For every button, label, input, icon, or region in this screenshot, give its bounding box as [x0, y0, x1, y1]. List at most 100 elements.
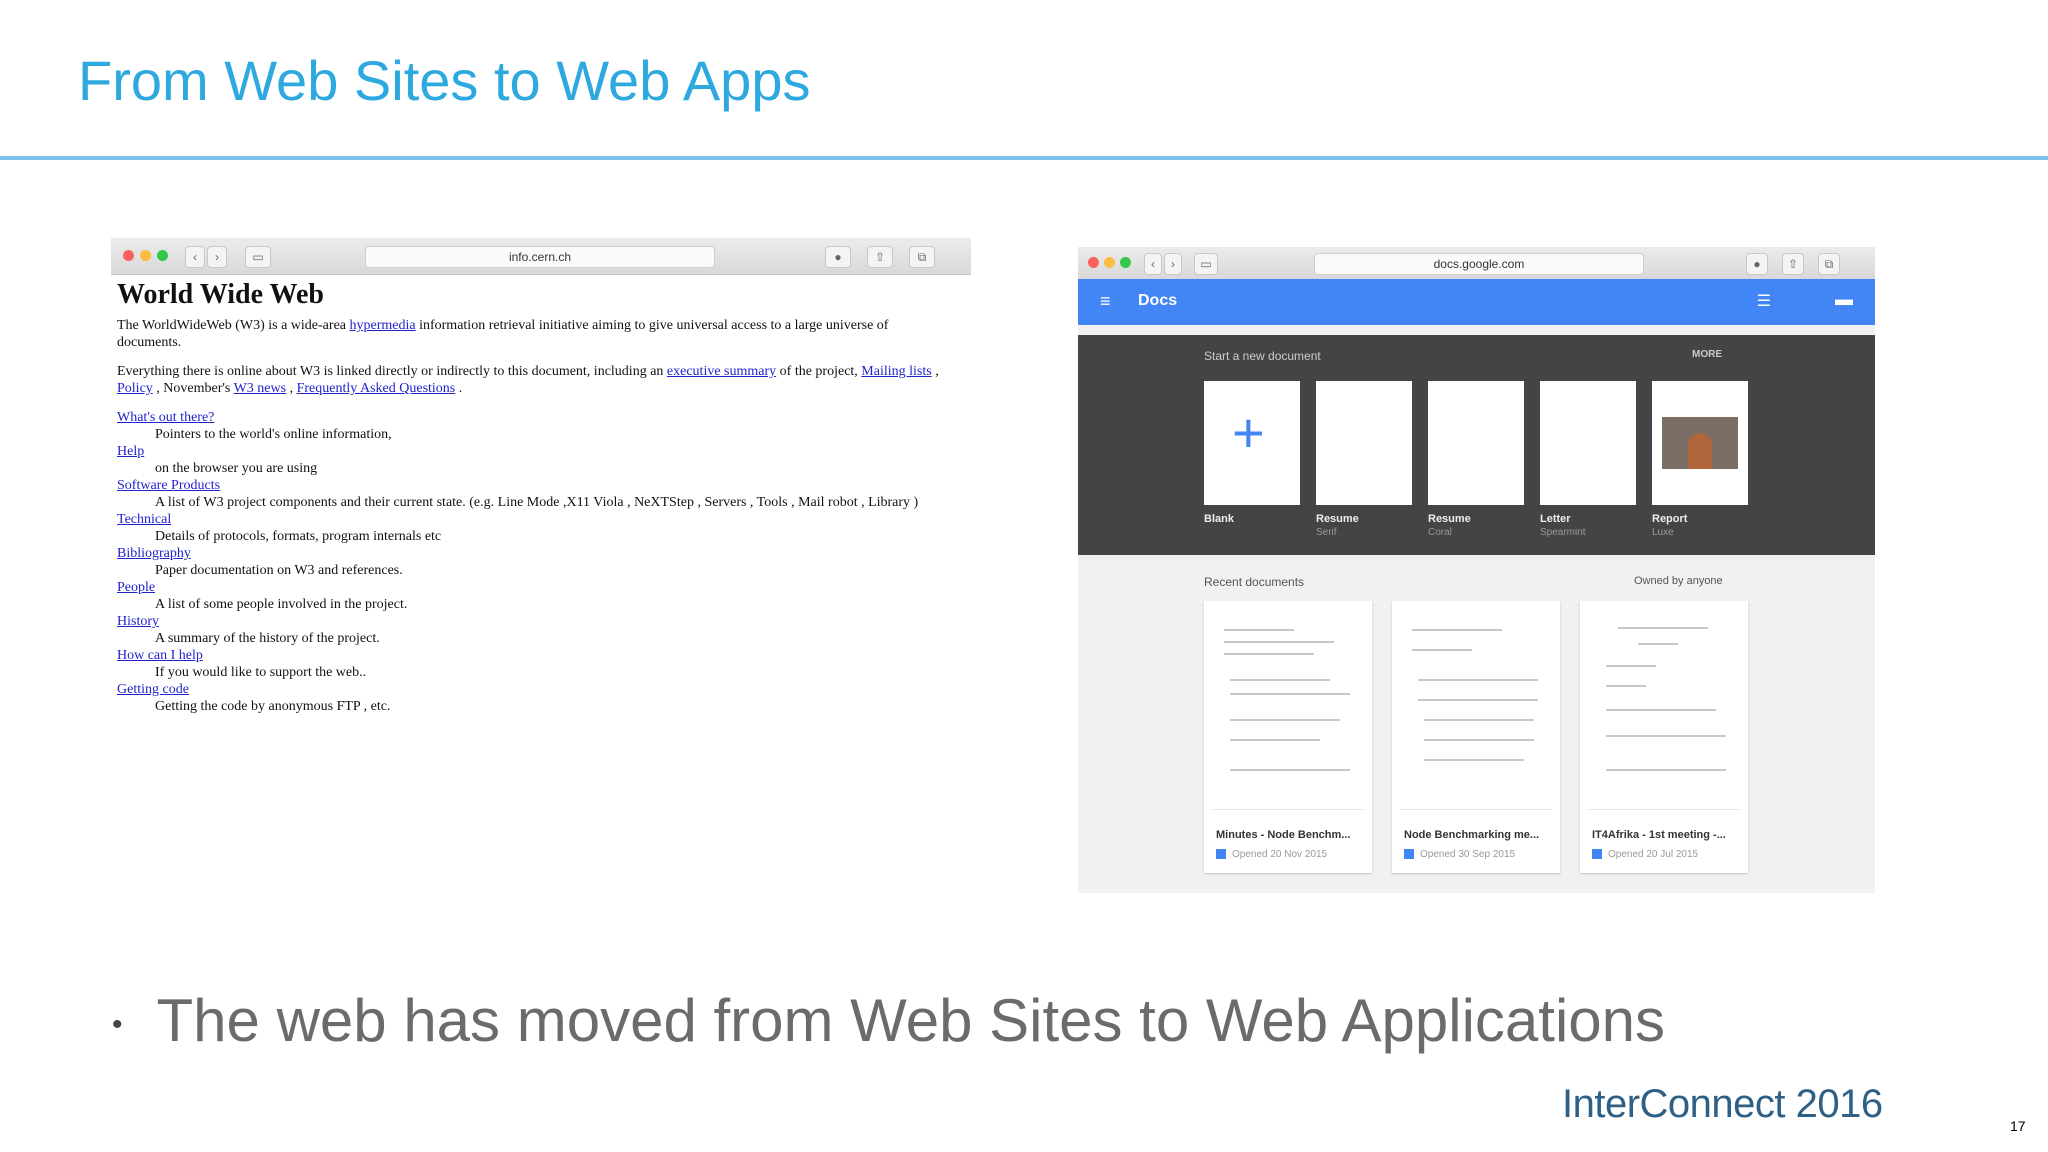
forward-icon[interactable]: › — [1164, 253, 1182, 275]
back-icon[interactable]: ‹ — [1144, 253, 1162, 275]
back-icon[interactable]: ‹ — [185, 246, 205, 268]
document-thumbnail — [1588, 609, 1740, 810]
recent-documents-label: Recent documents — [1204, 575, 1305, 589]
bullet-point: • The web has moved from Web Sites to Web… — [112, 986, 1665, 1055]
topic-link[interactable]: Bibliography — [117, 546, 191, 561]
text-line — [1638, 643, 1678, 645]
zoom-dot-icon[interactable] — [1120, 257, 1131, 268]
document-name: Minutes - Node Benchm... — [1216, 829, 1351, 841]
browser-toolbar: ‹ › ▭ docs.google.com ● ⇧ ⧉ — [1078, 247, 1875, 280]
download-icon[interactable]: ● — [825, 246, 851, 268]
topic-link[interactable]: People — [117, 580, 155, 595]
intro-text: The WorldWideWeb (W3) is a wide-area — [117, 318, 346, 333]
document-opened: Opened 20 Jul 2015 — [1608, 849, 1699, 860]
text-line — [1606, 709, 1716, 711]
template-letter[interactable] — [1540, 381, 1636, 505]
recent-document-card[interactable]: IT4Afrika - 1st meeting -... Opened 20 J… — [1580, 601, 1748, 873]
bullet-icon: • — [112, 1008, 123, 1042]
topic-link[interactable]: How can I help — [117, 648, 203, 663]
event-brand: InterConnect 2016 — [1562, 1082, 1883, 1126]
template-name: Resume — [1316, 513, 1359, 525]
topic-desc: Pointers to the world's online informati… — [155, 427, 392, 442]
topic-desc: Paper documentation on W3 and references… — [155, 563, 403, 578]
browser-toolbar: ‹ › ▭ info.cern.ch ● ⇧ ⧉ — [111, 238, 971, 275]
topic-link[interactable]: Getting code — [117, 682, 189, 697]
browser-window-docs: ‹ › ▭ docs.google.com ● ⇧ ⧉ ≡ Docs ☰ ▬ S… — [1078, 247, 1875, 893]
mailing-lists-link[interactable]: Mailing lists — [861, 364, 931, 379]
template-resume-serif[interactable] — [1316, 381, 1412, 505]
document-meta-row: Opened 20 Jul 2015 — [1592, 849, 1698, 860]
folder-icon[interactable]: ▬ — [1835, 289, 1853, 310]
docs-file-icon — [1216, 849, 1226, 860]
topic-desc: A list of some people involved in the pr… — [155, 597, 408, 612]
text-line — [1224, 641, 1334, 643]
browser-window-cern: ‹ › ▭ info.cern.ch ● ⇧ ⧉ World Wide Web … — [111, 238, 971, 758]
owner-filter-dropdown[interactable]: Owned by anyone — [1634, 575, 1723, 587]
text-line — [1618, 627, 1708, 629]
faq-link[interactable]: Frequently Asked Questions — [297, 381, 456, 396]
document-opened: Opened 20 Nov 2015 — [1232, 849, 1328, 860]
docs-file-icon — [1592, 849, 1602, 860]
document-meta-row: Opened 20 Nov 2015 — [1216, 849, 1327, 860]
minimize-dot-icon[interactable] — [1104, 257, 1115, 268]
download-icon[interactable]: ● — [1746, 253, 1768, 275]
template-blank[interactable]: + — [1204, 381, 1300, 505]
text-line — [1418, 679, 1538, 681]
address-bar[interactable]: docs.google.com — [1314, 253, 1644, 275]
topic-link[interactable]: History — [117, 614, 159, 629]
app-title: Docs — [1138, 292, 1178, 309]
topic-desc: A list of W3 project components and thei… — [155, 495, 919, 510]
topic-link[interactable]: Help — [117, 444, 144, 459]
new-document-panel: Start a new document MORE + Blank Resume… — [1078, 335, 1875, 555]
close-dot-icon[interactable] — [123, 250, 134, 261]
zoom-dot-icon[interactable] — [157, 250, 168, 261]
template-sub: Serif — [1316, 527, 1337, 538]
text-line — [1230, 693, 1350, 695]
text-line — [1230, 719, 1340, 721]
template-sub: Coral — [1428, 527, 1452, 538]
share-icon[interactable]: ⇧ — [1782, 253, 1804, 275]
w3-news-link[interactable]: W3 news — [234, 381, 287, 396]
slide-title: From Web Sites to Web Apps — [78, 49, 811, 112]
overview-text-2: of the project, — [779, 364, 858, 379]
minimize-dot-icon[interactable] — [140, 250, 151, 261]
topic-desc: A summary of the history of the project. — [155, 631, 380, 646]
tabs-icon[interactable]: ⧉ — [1818, 253, 1840, 275]
topic-desc: on the browser you are using — [155, 461, 318, 476]
text-line — [1606, 665, 1656, 667]
template-resume-coral[interactable] — [1428, 381, 1524, 505]
recent-document-card[interactable]: Node Benchmarking me... Opened 30 Sep 20… — [1392, 601, 1560, 873]
report-photo — [1662, 417, 1738, 469]
address-bar[interactable]: info.cern.ch — [365, 246, 715, 268]
document-opened: Opened 30 Sep 2015 — [1420, 849, 1516, 860]
topics-list: What's out there? Pointers to the world'… — [117, 409, 951, 715]
docs-file-icon — [1404, 849, 1414, 860]
topic-link[interactable]: What's out there? — [117, 410, 214, 425]
more-button[interactable]: MORE — [1692, 349, 1722, 360]
hypermedia-link[interactable]: hypermedia — [350, 318, 416, 333]
template-sub: Luxe — [1652, 527, 1674, 538]
topic-link[interactable]: Software Products — [117, 478, 220, 493]
close-dot-icon[interactable] — [1088, 257, 1099, 268]
recent-document-card[interactable]: Minutes - Node Benchm... Opened 20 Nov 2… — [1204, 601, 1372, 873]
template-report[interactable] — [1652, 381, 1748, 505]
menu-icon[interactable]: ≡ — [1100, 291, 1111, 312]
intro-paragraph: The WorldWideWeb (W3) is a wide-area hyp… — [117, 317, 951, 351]
template-name: Report — [1652, 513, 1688, 525]
policy-link[interactable]: Policy — [117, 381, 153, 396]
topic-link[interactable]: Technical — [117, 512, 171, 527]
sidebar-icon[interactable]: ▭ — [245, 246, 271, 268]
forward-icon[interactable]: › — [207, 246, 227, 268]
executive-summary-link[interactable]: executive summary — [667, 364, 776, 379]
sidebar-icon[interactable]: ▭ — [1194, 253, 1218, 275]
page-number: 17 — [2010, 1118, 2026, 1134]
share-icon[interactable]: ⇧ — [867, 246, 893, 268]
tabs-icon[interactable]: ⧉ — [909, 246, 935, 268]
template-name: Resume — [1428, 513, 1471, 525]
list-view-icon[interactable]: ☰ — [1757, 291, 1771, 311]
document-thumbnail — [1400, 609, 1552, 810]
text-line — [1230, 769, 1350, 771]
text-line — [1424, 759, 1524, 761]
document-thumbnail — [1212, 609, 1364, 810]
docs-app-bar: ≡ Docs ☰ ▬ — [1078, 279, 1875, 325]
